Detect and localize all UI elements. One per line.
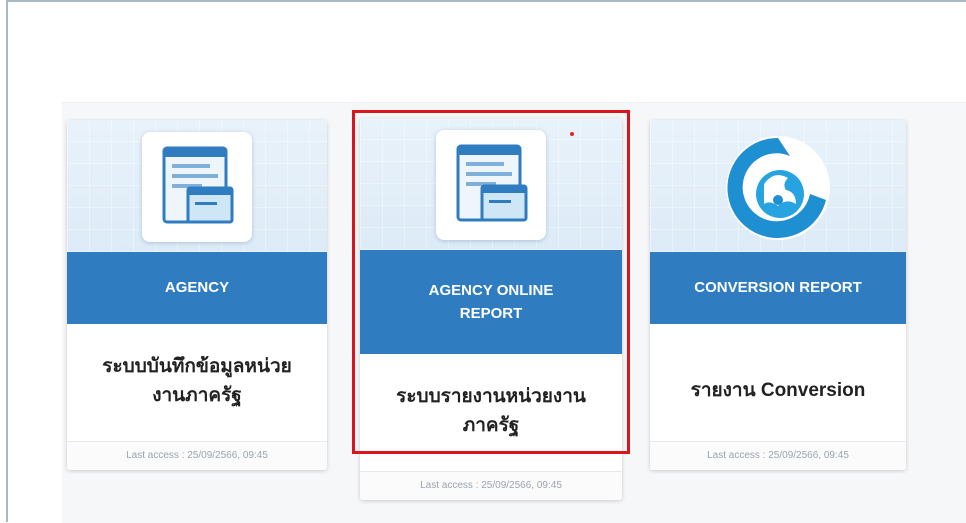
card-title: CONVERSION REPORT xyxy=(650,252,906,324)
last-access: Last access : 25/09/2566, 09:45 xyxy=(360,471,622,500)
bank-logo-icon xyxy=(718,128,838,253)
card-description: รายงาน Conversion xyxy=(690,380,866,401)
card-title: AGENCY xyxy=(67,252,327,324)
document-window-icon xyxy=(142,132,252,242)
last-access: Last access : 25/09/2566, 09:45 xyxy=(650,441,906,470)
last-access: Last access : 25/09/2566, 09:45 xyxy=(67,441,327,470)
highlight-box xyxy=(352,110,630,454)
card-header-image xyxy=(650,120,906,252)
card-description: ระบบบันทึกข้อมูลหน่วยงานภาครัฐ xyxy=(102,356,292,407)
card-header-image xyxy=(67,120,327,252)
card-conversion-report[interactable]: CONVERSION REPORT รายงาน Conversion Last… xyxy=(650,120,906,470)
card-agency[interactable]: AGENCY ระบบบันทึกข้อมูลหน่วยงานภาครัฐ La… xyxy=(67,120,327,470)
